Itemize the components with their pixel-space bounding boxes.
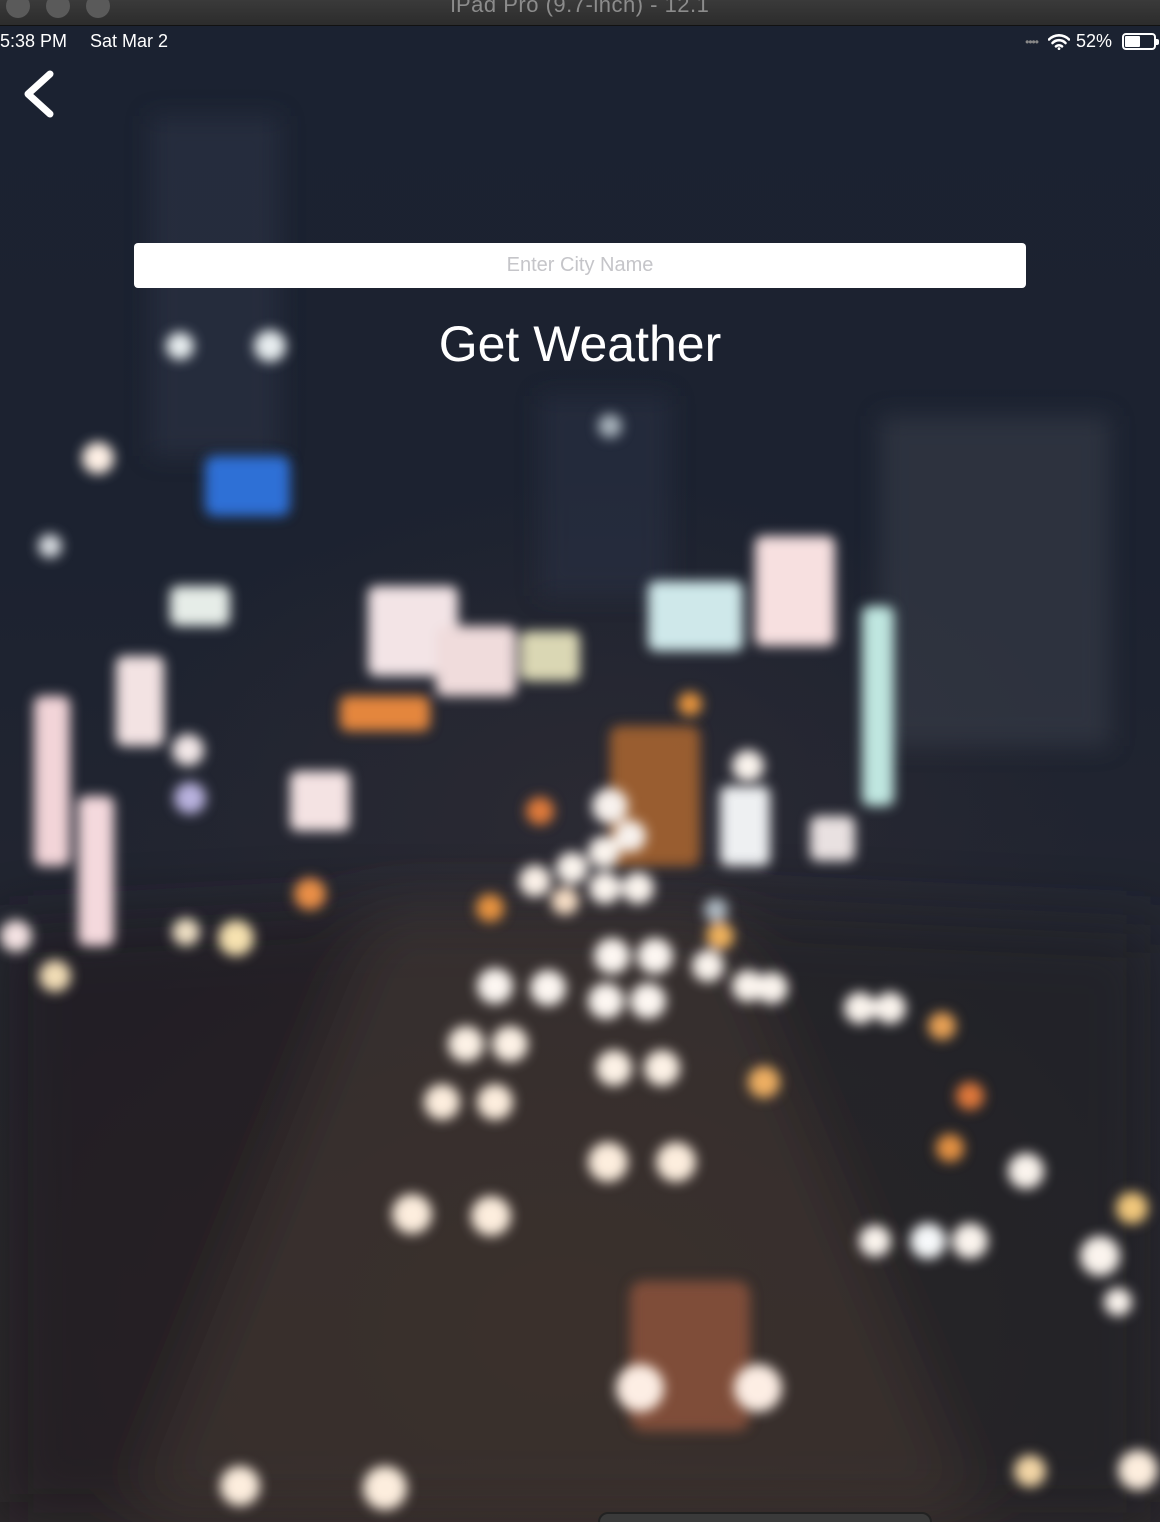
- wifi-icon: [1047, 33, 1070, 50]
- status-indicators: •••• 52%: [1025, 31, 1159, 52]
- simulator-titlebar: iPad Pro (9.7-inch) - 12.1: [0, 0, 1160, 26]
- home-indicator: [598, 1512, 932, 1522]
- status-time: 5:38 PM: [0, 31, 68, 51]
- status-bar: 5:38 PM Sat Mar 2 •••• 52%: [0, 26, 1160, 58]
- battery-percent: 52%: [1075, 31, 1112, 51]
- back-button[interactable]: [18, 66, 62, 122]
- city-name-input[interactable]: [134, 243, 1026, 288]
- chevron-left-icon: [24, 70, 54, 118]
- battery-level-fill: [1125, 36, 1140, 47]
- get-weather-button[interactable]: Get Weather: [0, 314, 1160, 374]
- window-title: iPad Pro (9.7-inch) - 12.1: [450, 0, 710, 17]
- signal-dots-icon: ••••: [1025, 34, 1039, 49]
- battery-cap: [1156, 39, 1159, 45]
- status-date: Sat Mar 2: [90, 31, 169, 51]
- battery-icon: [1122, 33, 1159, 50]
